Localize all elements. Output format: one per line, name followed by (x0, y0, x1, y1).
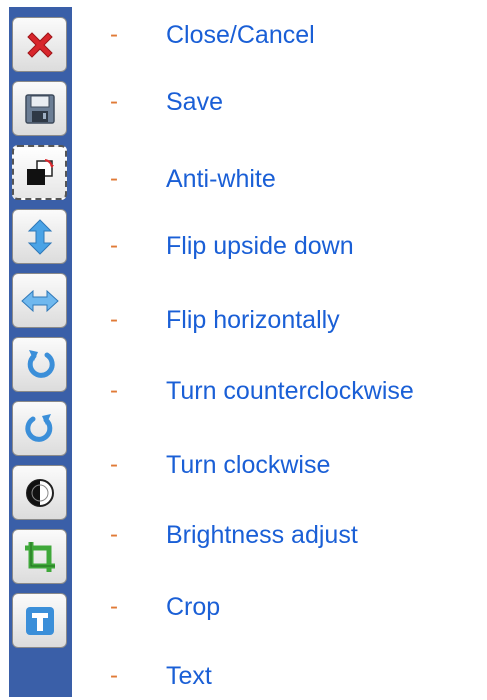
legend-item-text: - Text (110, 656, 212, 696)
legend-dash: - (110, 165, 118, 192)
legend-item-save: - Save (110, 82, 223, 122)
legend-item-flip-horizontal: - Flip horizontally (110, 300, 340, 340)
close-button[interactable] (12, 17, 67, 72)
legend-dash: - (110, 21, 118, 48)
legend-label-crop: Crop (166, 592, 221, 621)
contrast-icon (25, 478, 54, 507)
legend-label-close: Close/Cancel (166, 20, 315, 49)
text-button[interactable] (12, 593, 67, 648)
legend-item-flip-vertical: - Flip upside down (110, 226, 354, 266)
legend-dash: - (110, 451, 118, 478)
crop-icon (24, 541, 55, 572)
legend-label-flip-horizontal: Flip horizontally (166, 305, 340, 334)
flip-horizontal-button[interactable] (12, 273, 67, 328)
save-button[interactable] (12, 81, 67, 136)
legend-dash: - (110, 232, 118, 259)
close-icon (26, 31, 53, 58)
legend-item-crop: - Crop (110, 587, 220, 627)
legend-dash: - (110, 662, 118, 689)
legend-item-close: - Close/Cancel (110, 15, 315, 55)
text-t-icon (25, 606, 54, 635)
crop-button[interactable] (12, 529, 67, 584)
legend-dash: - (110, 377, 118, 404)
anti-white-button[interactable] (12, 145, 67, 200)
legend-dash: - (110, 521, 118, 548)
rotate-right-icon (24, 413, 52, 442)
vertical-arrows-icon (27, 218, 52, 255)
legend-item-anti-white: - Anti-white (110, 159, 276, 199)
legend-label-brightness: Brightness adjust (166, 520, 358, 549)
legend-item-rotate-ccw: - Turn counterclockwise (110, 371, 414, 411)
legend-label-save: Save (166, 87, 223, 116)
flip-vertical-button[interactable] (12, 209, 67, 264)
legend-item-rotate-cw: - Turn clockwise (110, 445, 330, 485)
brightness-button[interactable] (12, 465, 67, 520)
rotate-cw-button[interactable] (12, 401, 67, 456)
floppy-disk-icon (24, 93, 55, 124)
rotate-left-icon (27, 349, 55, 378)
legend-dash: - (110, 593, 118, 620)
legend-label-flip-vertical: Flip upside down (166, 231, 354, 260)
legend-label-text: Text (166, 661, 212, 690)
invert-colors-icon (26, 158, 54, 185)
rotate-ccw-button[interactable] (12, 337, 67, 392)
legend-dash: - (110, 306, 118, 333)
horizontal-arrows-icon (20, 289, 59, 312)
legend-label-rotate-cw: Turn clockwise (166, 450, 331, 479)
legend-label-rotate-ccw: Turn counterclockwise (166, 376, 414, 405)
image-tools-toolbar (9, 7, 72, 697)
legend-item-brightness: - Brightness adjust (110, 515, 358, 555)
legend-dash: - (110, 88, 118, 115)
legend-label-anti-white: Anti-white (166, 164, 276, 193)
